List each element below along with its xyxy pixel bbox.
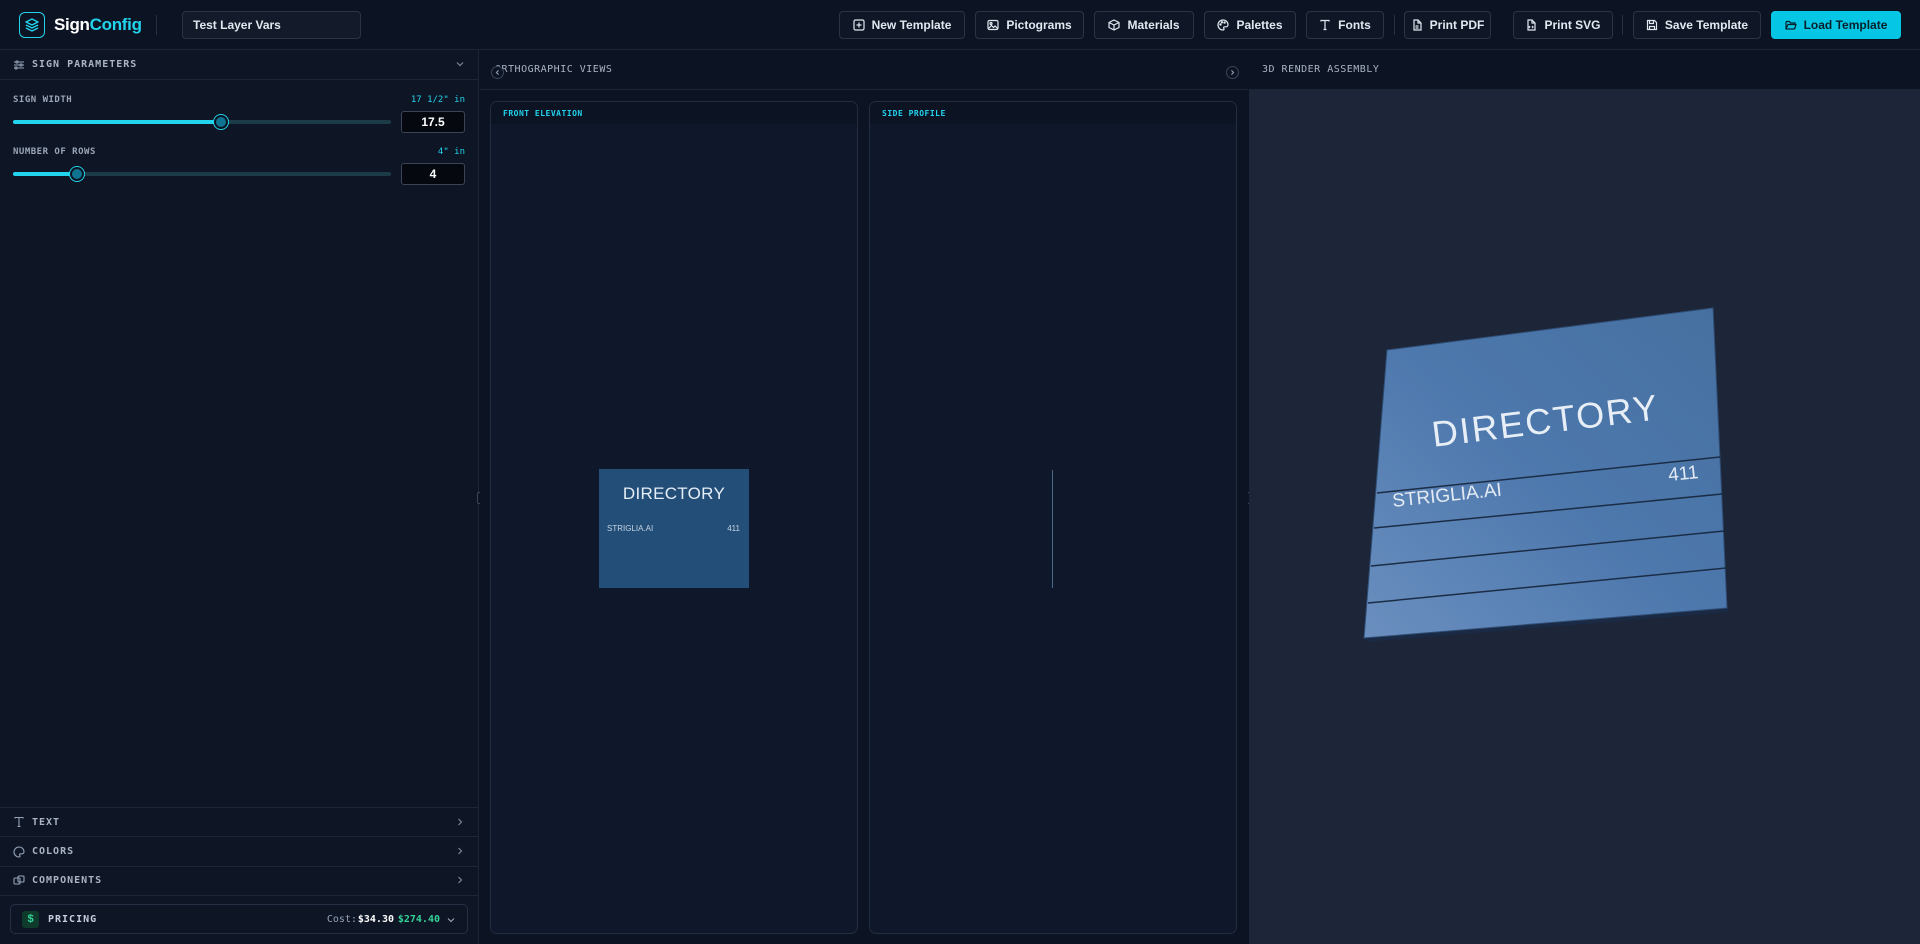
front-sign-row-number: 411 (727, 524, 740, 533)
save-template-button[interactable]: Save Template (1633, 11, 1761, 39)
type-icon (1320, 19, 1330, 31)
materials-button[interactable]: Materials (1094, 11, 1194, 39)
header-divider (156, 15, 157, 35)
box-icon (1108, 19, 1121, 31)
front-sign-row-name: STRIGLIA.AI (607, 524, 654, 533)
render-sign-row-number: 411 (1667, 462, 1699, 486)
app-header: SignConfig New Template Pictograms Mater… (0, 0, 1920, 50)
orthographic-views-header: ORTHOGRAPHIC VIEWS (480, 50, 1248, 90)
print-svg-button[interactable]: Print SVG (1513, 11, 1613, 39)
sign-width-slider-thumb[interactable] (213, 115, 228, 129)
save-icon (1646, 19, 1658, 31)
print-pdf-button[interactable]: Print PDF (1404, 11, 1491, 39)
front-elevation-view: FRONT ELEVATION DIRECTORY STRIGLIA.AI 41… (490, 101, 858, 934)
sign-width-input[interactable] (401, 111, 465, 133)
header-divider (1622, 15, 1623, 35)
chevron-down-icon (447, 918, 455, 923)
load-template-label: Load Template (1803, 18, 1888, 32)
components-icon (13, 874, 25, 887)
rows-slider[interactable] (13, 167, 391, 181)
3d-render-header: 3D RENDER ASSEMBLY (1249, 50, 1920, 90)
pricing-price-value: $274.40 (397, 913, 440, 925)
chevron-left-icon (495, 70, 499, 75)
pricing-bar[interactable]: $ PRICING Cost: $34.30 $274.40 (10, 904, 468, 934)
sign-width-label: SIGN WIDTH (13, 95, 73, 105)
header-divider (1394, 15, 1395, 35)
front-sign-preview[interactable]: DIRECTORY STRIGLIA.AI 411 (599, 469, 749, 588)
chevron-down-icon (456, 62, 464, 67)
components-section-header[interactable]: COMPONENTS (0, 866, 479, 896)
front-elevation-title: FRONT ELEVATION (503, 109, 583, 118)
template-name-input[interactable] (182, 11, 361, 39)
rows-slider-fill (13, 172, 78, 176)
print-pdf-label: Print PDF (1429, 18, 1485, 32)
file-icon (1413, 19, 1422, 31)
collapse-left-button[interactable] (491, 66, 504, 79)
pricing-cost-label: Cost: (326, 913, 357, 925)
file-code-icon (1527, 19, 1537, 31)
fonts-button[interactable]: Fonts (1306, 11, 1384, 39)
components-section-title: COMPONENTS (32, 875, 103, 886)
3d-render-panel: 3D RENDER ASSEMBLY DIRECTORY STRIGLIA.AI… (1249, 50, 1920, 944)
new-template-button[interactable]: New Template (839, 11, 965, 39)
rows-slider-thumb[interactable] (70, 167, 85, 181)
fonts-label: Fonts (1338, 18, 1371, 32)
save-template-label: Save Template (1664, 18, 1749, 32)
colors-section-title: COLORS (32, 846, 75, 857)
chevron-right-icon (458, 818, 463, 826)
brand-name: SignConfig (54, 15, 142, 35)
text-section-header[interactable]: TEXT (0, 807, 479, 837)
print-svg-label: Print SVG (1544, 18, 1601, 32)
palette-icon (13, 845, 25, 858)
sliders-icon (13, 59, 25, 71)
palettes-label: Palettes (1236, 18, 1283, 32)
left-panel: SIGN PARAMETERS SIGN WIDTH 17 1/2" in NU… (0, 50, 479, 944)
new-template-label: New Template (871, 18, 952, 32)
sign-width-hint: 17 1/2" in (410, 95, 465, 105)
logo-icon[interactable] (19, 12, 45, 38)
orthographic-views-panel: ORTHOGRAPHIC VIEWS FRONT ELEVATION DIREC… (480, 50, 1248, 944)
text-section-title: TEXT (32, 816, 61, 828)
sign-width-slider-fill (13, 120, 221, 124)
3d-render-title: 3D RENDER ASSEMBLY (1262, 64, 1380, 75)
dollar-icon: $ (22, 910, 39, 928)
side-profile-view: SIDE PROFILE (869, 101, 1237, 934)
sign-width-slider[interactable] (13, 115, 391, 129)
chevron-right-icon (458, 876, 463, 884)
colors-section-header[interactable]: COLORS (0, 837, 479, 867)
image-icon (987, 19, 999, 31)
pricing-cost-value: $34.30 (357, 913, 394, 925)
brand-part-1: Sign (54, 15, 90, 34)
side-profile-sign-edge (1052, 470, 1053, 588)
rows-input[interactable] (401, 163, 465, 185)
brand-part-2: Config (89, 15, 142, 34)
pricing-label: PRICING (48, 913, 98, 925)
orthographic-views-title: ORTHOGRAPHIC VIEWS (495, 64, 613, 75)
folder-open-icon (1784, 20, 1797, 30)
side-profile-title: SIDE PROFILE (882, 109, 946, 118)
materials-label: Materials (1127, 18, 1180, 32)
3d-render-viewport[interactable]: DIRECTORY STRIGLIA.AI 411 (1249, 90, 1920, 944)
load-template-button[interactable]: Load Template (1771, 11, 1901, 39)
rows-hint: 4" in (437, 147, 465, 157)
chevron-right-icon (1231, 70, 1235, 75)
sign-parameters-header[interactable]: SIGN PARAMETERS (0, 50, 479, 80)
rows-label: NUMBER OF ROWS (13, 147, 96, 157)
palette-icon (1217, 19, 1230, 31)
front-sign-title: DIRECTORY (622, 484, 726, 503)
plus-square-icon (852, 19, 865, 31)
sign-parameters-title: SIGN PARAMETERS (32, 59, 138, 70)
chevron-right-icon (458, 847, 463, 855)
pictograms-button[interactable]: Pictograms (975, 11, 1084, 39)
collapse-right-button[interactable] (1226, 66, 1239, 79)
pictograms-label: Pictograms (1006, 18, 1072, 32)
type-icon (13, 816, 25, 828)
palettes-button[interactable]: Palettes (1204, 11, 1296, 39)
